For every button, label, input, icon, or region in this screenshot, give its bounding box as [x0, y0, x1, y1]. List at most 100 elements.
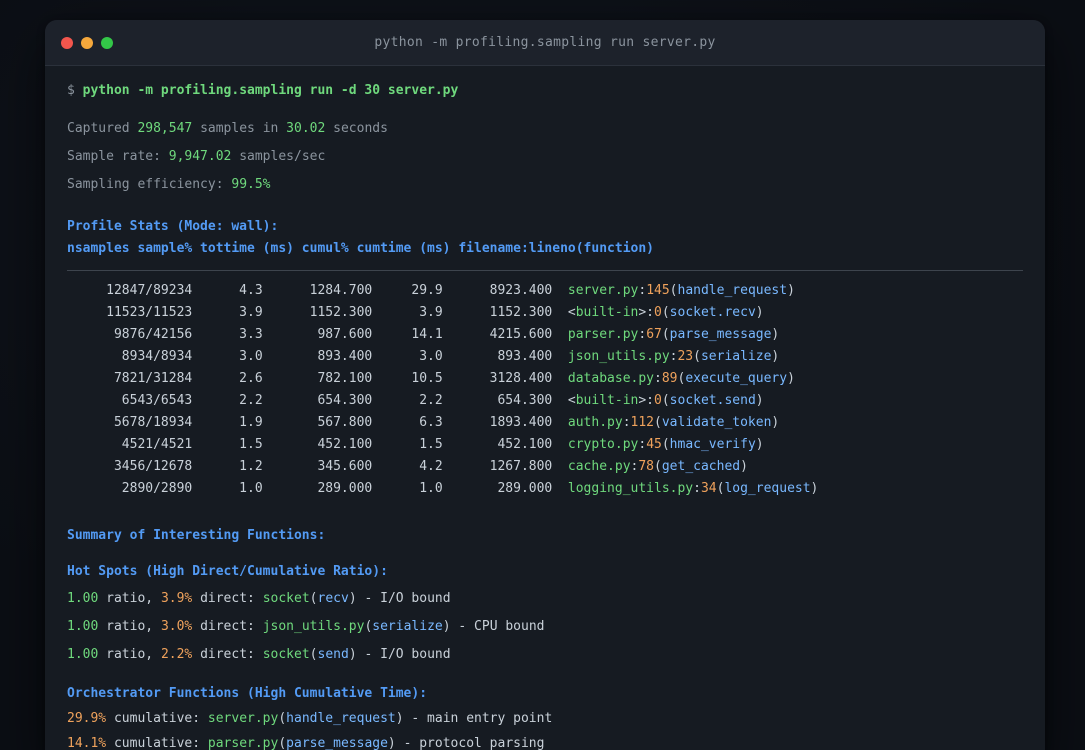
profile-stats-heading-segment: Profile Stats (Mode: wall): [67, 219, 279, 234]
orchestrator-heading: Orchestrator Functions (High Cumulative … [67, 683, 1023, 705]
table-row-segment: socket.send [669, 393, 756, 408]
hotspot-line-segment: ) - CPU bound [442, 619, 545, 634]
table-row-segment: serialize [700, 349, 772, 364]
orchestrator-line-segment: cumulative: [106, 711, 208, 726]
table-row-segment: 3456/12678 1.2 345.600 4.2 1267.800 [67, 459, 568, 474]
desktop-background: python -m profiling.sampling run server.… [0, 0, 1085, 750]
efficiency-line-segment: Sampling efficiency: [67, 177, 232, 192]
table-row-segment: 0 [654, 305, 662, 320]
orchestrator-line-segment: cumulative: [106, 736, 208, 750]
hotspot-line-segment: direct: [192, 619, 263, 634]
table-row-segment: ( [669, 283, 678, 298]
table-row-segment: 45 [646, 437, 662, 452]
table-row-segment: ) [771, 415, 780, 430]
hotspot-line-segment: direct: [192, 647, 263, 662]
table-row-segment: socket.recv [669, 305, 756, 320]
hotspot-line-segment: send [317, 647, 349, 662]
traffic-lights [61, 36, 113, 49]
hotspot-line-segment: ( [309, 647, 318, 662]
efficiency-line: Sampling efficiency: 99.5% [67, 174, 1023, 196]
table-row: 11523/11523 3.9 1152.300 3.9 1152.300 <b… [67, 302, 1023, 324]
table-row-segment: 67 [646, 327, 662, 342]
hotspot-line-segment: ratio, [98, 647, 161, 662]
window-title: python -m profiling.sampling run server.… [374, 35, 716, 50]
hotspot-line-segment: 1.00 [67, 647, 99, 662]
table-row-segment: 8934/8934 3.0 893.400 3.0 893.400 [67, 349, 568, 364]
table-row-segment: ) [810, 481, 819, 496]
table-row-segment: hmac_verify [669, 437, 756, 452]
hotspots-heading: Hot Spots (High Direct/Cumulative Ratio)… [67, 561, 1023, 583]
table-row-segment: ( [661, 327, 670, 342]
table-row-segment: ) [787, 283, 795, 298]
table-row-segment: ( [654, 415, 662, 430]
hotspot-line-segment: socket [262, 591, 310, 606]
table-column-header-segment: nsamples sample% tottime (ms) cumul% cum… [67, 241, 654, 256]
table-column-header: nsamples sample% tottime (ms) cumul% cum… [67, 238, 1023, 260]
orchestrator-line-segment: 14.1% [67, 736, 107, 750]
table-row-segment: 78 [638, 459, 655, 474]
orchestrator-line-segment: parse_message [286, 736, 388, 750]
table-row-segment: json_utils.py [567, 349, 670, 364]
hotspot-line-segment: ) - I/O bound [348, 591, 451, 606]
table-row-segment: get_cached [661, 459, 741, 474]
table-row-segment: ) [771, 327, 780, 342]
sample-rate-line: Sample rate: 9,947.02 samples/sec [67, 146, 1023, 168]
table-row-segment: cache.py [567, 459, 631, 474]
table-row: 5678/18934 1.9 567.800 6.3 1893.400 auth… [67, 412, 1023, 434]
minimize-button[interactable] [81, 36, 93, 49]
table-row-segment: 23 [677, 349, 694, 364]
hotspot-line-segment: ) - I/O bound [348, 647, 451, 662]
terminal-body[interactable]: $ python -m profiling.sampling run -d 30… [45, 66, 1045, 750]
orchestrator-line-segment: 29.9% [67, 711, 107, 726]
table-row-segment: 5678/18934 1.9 567.800 6.3 1893.400 [67, 415, 568, 430]
table-row-segment: : [638, 327, 647, 342]
hotspot-line-segment: ratio, [98, 591, 161, 606]
orchestrator-line-segment: handle_request [286, 711, 396, 726]
table-row-segment: parse_message [669, 327, 772, 342]
orchestrator-line: 14.1% cumulative: parser.py(parse_messag… [67, 733, 1023, 750]
table-row: 12847/89234 4.3 1284.700 29.9 8923.400 s… [67, 280, 1023, 302]
summary-heading-segment: Summary of Interesting Functions: [67, 528, 326, 543]
table-row-segment: 0 [654, 393, 662, 408]
table-row: 6543/6543 2.2 654.300 2.2 654.300 <built… [67, 390, 1023, 412]
maximize-button[interactable] [101, 36, 113, 49]
table-row-segment: 145 [646, 283, 670, 298]
table-row-segment: database.py [567, 371, 654, 386]
table-row-segment: 9876/42156 3.3 987.600 14.1 4215.600 [67, 327, 568, 342]
terminal-titlebar[interactable]: python -m profiling.sampling run server.… [45, 20, 1045, 66]
table-row-segment: ) [740, 459, 748, 474]
hotspot-line-segment: serialize [372, 619, 443, 634]
summary-heading: Summary of Interesting Functions: [67, 525, 1023, 547]
table-row-segment: 7821/31284 2.6 782.100 10.5 3128.400 [67, 371, 568, 386]
captured-line-segment: samples in [192, 121, 287, 136]
table-row: 8934/8934 3.0 893.400 3.0 893.400 json_u… [67, 346, 1023, 368]
table-row-segment: ( [661, 305, 670, 320]
captured-line: Captured 298,547 samples in 30.02 second… [67, 118, 1023, 140]
orchestrator-line-segment: ( [278, 711, 287, 726]
sample-rate-line-segment: samples/sec [231, 149, 326, 164]
hotspot-line-segment: 1.00 [67, 619, 99, 634]
table-divider [67, 270, 1023, 271]
table-row-segment: built-in [575, 393, 639, 408]
table-row-segment: < [567, 305, 576, 320]
table-row-segment: : [638, 437, 647, 452]
hotspot-line: 1.00 ratio, 2.2% direct: socket(send) - … [67, 644, 1023, 666]
table-row-segment: : [693, 481, 701, 496]
close-button[interactable] [61, 36, 73, 49]
efficiency-line-segment: 99.5% [231, 177, 271, 192]
table-row-segment: ( [661, 393, 670, 408]
table-row-segment: 112 [630, 415, 655, 430]
table-row-segment: logging_utils.py [567, 481, 694, 496]
table-row-segment: 12847/89234 4.3 1284.700 29.9 8923.400 [67, 283, 568, 298]
hotspot-line-segment: 1.00 [67, 591, 99, 606]
hotspot-line-segment: ratio, [98, 619, 161, 634]
table-row-segment: parser.py [567, 327, 639, 342]
orchestrator-line-segment: ( [278, 736, 287, 750]
table-row-segment: : [638, 283, 647, 298]
orchestrator-line-segment: ) - protocol parsing [387, 736, 545, 750]
table-row-segment: ) [755, 393, 764, 408]
table-row-segment: < [567, 393, 576, 408]
command-line-segment: python -m profiling.sampling run -d 30 s… [82, 83, 459, 98]
hotspots-heading-segment: Hot Spots (High Direct/Cumulative Ratio)… [67, 564, 388, 579]
table-row: 9876/42156 3.3 987.600 14.1 4215.600 par… [67, 324, 1023, 346]
